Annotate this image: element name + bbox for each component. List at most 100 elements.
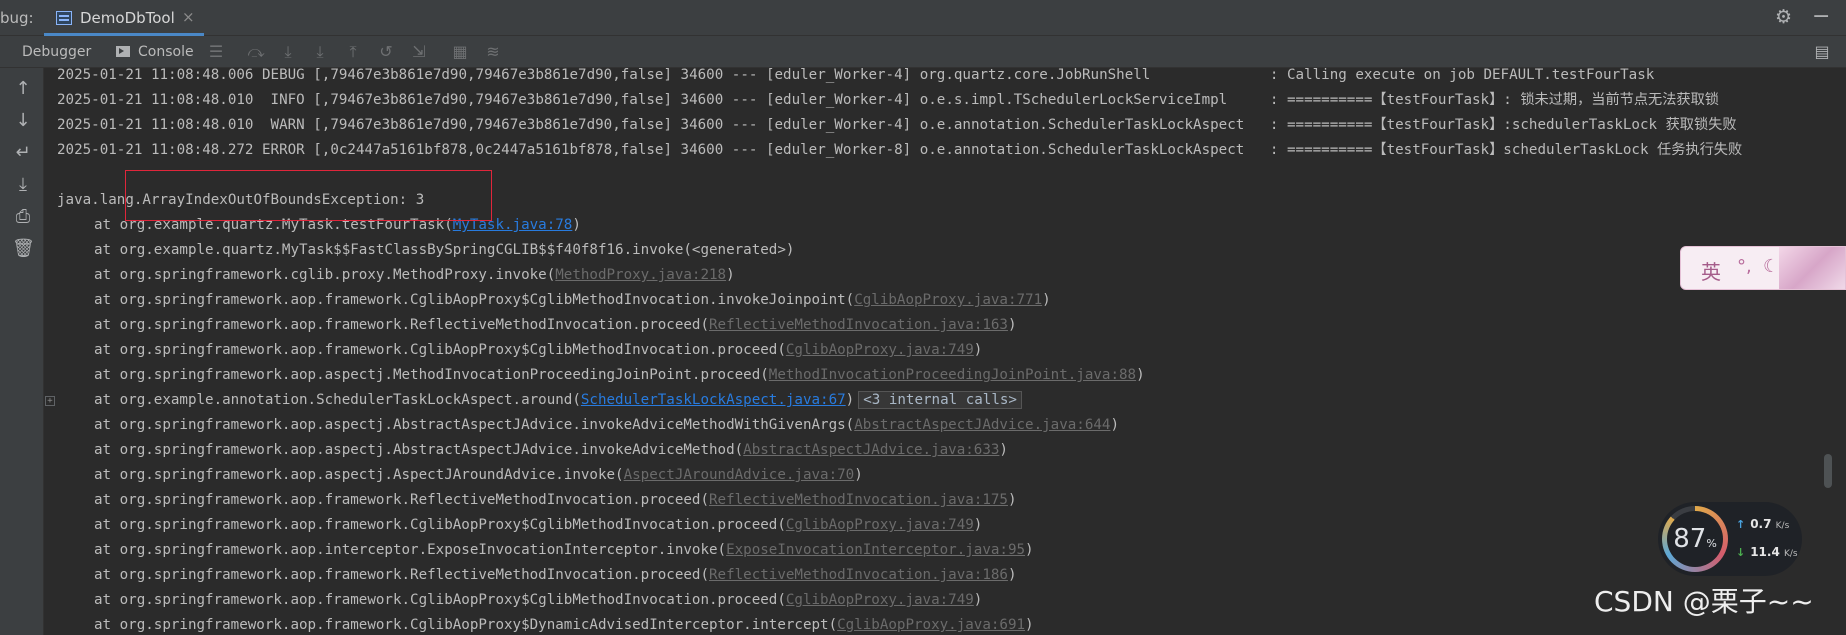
stack-frame-text: at org.springframework.aop.aspectj.Aspec… (94, 467, 624, 483)
log-line: 2025-01-21 11:08:48.010 WARN [,79467e3b8… (57, 117, 1737, 133)
soft-wrap-icon[interactable]: ↵ (12, 142, 34, 164)
stack-frame-text: at org.example.annotation.SchedulerTaskL… (94, 392, 581, 408)
ime-moon-icon[interactable]: ☾ (1763, 256, 1779, 277)
stack-frame-text: at org.springframework.aop.aspectj.Abstr… (94, 417, 855, 433)
tab-console-label: Console (138, 44, 194, 60)
stack-frame: at org.springframework.aop.framework.Cgl… (94, 588, 982, 613)
stack-frame: at org.springframework.aop.aspectj.Abstr… (94, 413, 1119, 438)
source-link[interactable]: AspectJAroundAdvice.java:70 (624, 467, 855, 483)
csdn-watermark: CSDN @栗子~~ (1594, 585, 1814, 618)
exception-message: java.lang.ArrayIndexOutOfBoundsException… (57, 192, 425, 208)
source-link[interactable]: SchedulerTaskLockAspect.java:67 (581, 392, 846, 408)
source-link[interactable]: ReflectiveMethodInvocation.java:163 (709, 317, 1008, 333)
stack-frame-suffix: ) (973, 592, 983, 608)
download-arrow-icon: ↓ (1736, 546, 1746, 559)
stack-frame: at org.springframework.aop.framework.Ref… (94, 313, 1017, 338)
scroll-to-end-icon[interactable]: ⤓ (12, 174, 34, 196)
source-link[interactable]: CglibAopProxy.java:691 (837, 617, 1025, 633)
stack-frame: at org.springframework.aop.framework.Ref… (94, 563, 1017, 588)
tab-console[interactable]: Console (116, 44, 194, 60)
menu-lines-icon[interactable]: ☰ (206, 42, 226, 62)
run-to-cursor-icon[interactable]: ⇲ (409, 42, 429, 62)
network-monitor-widget[interactable]: 87% ↑ 0.7 K/s ↓ 11.4 K/s (1658, 502, 1802, 576)
stack-frame-text: at org.springframework.aop.framework.Cgl… (94, 342, 786, 358)
debug-toolbar: Debugger Console ☰ ⤼ ⤓ ⤓ ⤒ ↺ ⇲ ▦ ≋ ▤ (0, 36, 1846, 68)
stack-frame: at org.springframework.aop.framework.Cgl… (94, 513, 982, 538)
panel-prefix: bug: (0, 9, 34, 27)
stack-frame-suffix: ) (1007, 567, 1017, 583)
gauge-value: 87 (1673, 524, 1707, 554)
clear-all-icon[interactable]: 🗑 (12, 238, 35, 260)
upload-arrow-icon: ↑ (1736, 518, 1746, 531)
settings-gear-icon[interactable]: ⚙ (1775, 6, 1792, 28)
vertical-scrollbar[interactable] (1824, 454, 1832, 488)
stack-frame: at org.springframework.aop.aspectj.Aspec… (94, 463, 863, 488)
stack-frame: at org.springframework.aop.framework.Cgl… (94, 338, 982, 363)
stack-frame-text: at org.springframework.aop.framework.Cgl… (94, 592, 786, 608)
source-link[interactable]: ExposeInvocationInterceptor.java:95 (726, 542, 1025, 558)
source-link[interactable]: AbstractAspectJAdvice.java:633 (743, 442, 999, 458)
stack-frame-suffix: ) (1042, 292, 1051, 308)
stack-frame-text: at org.springframework.cglib.proxy.Metho… (94, 267, 556, 283)
stack-frame-suffix: ) (1025, 542, 1034, 558)
source-link[interactable]: ReflectiveMethodInvocation.java:186 (709, 567, 1008, 583)
console-output[interactable]: 2025-01-21 11:08:48.006 DEBUG [,79467e3b… (45, 68, 1846, 635)
source-link[interactable]: MethodProxy.java:218 (555, 267, 726, 283)
stack-frame-suffix: ) (973, 342, 983, 358)
step-into-icon[interactable]: ⤓ (278, 42, 298, 62)
step-out-icon[interactable]: ⤒ (343, 42, 363, 62)
trace-stream-icon[interactable]: ≋ (483, 42, 503, 62)
scroll-down-icon[interactable]: ↓ (12, 110, 34, 132)
stack-frame-text: at org.springframework.aop.aspectj.Metho… (94, 367, 769, 383)
folded-internal-calls[interactable]: <3 internal calls> (858, 391, 1022, 409)
evaluate-expression-icon[interactable]: ▦ (450, 42, 470, 62)
stack-frame-text: at org.springframework.aop.framework.Ref… (94, 567, 709, 583)
stack-frame-text: at org.springframework.aop.framework.Cgl… (94, 292, 855, 308)
stack-frame-suffix: ) (1025, 617, 1034, 633)
source-link[interactable]: AbstractAspectJAdvice.java:644 (854, 417, 1110, 433)
title-bar: bug: DemoDbTool × ⚙ − (0, 0, 1846, 36)
stack-frame-text: at org.springframework.aop.framework.Cgl… (94, 617, 838, 633)
stack-frame: at org.springframework.aop.interceptor.E… (94, 538, 1034, 563)
run-config-icon (56, 11, 72, 25)
source-link[interactable]: CglibAopProxy.java:749 (786, 517, 974, 533)
download-speed-unit: K/s (1783, 549, 1798, 559)
force-step-into-icon[interactable]: ⤓ (310, 42, 330, 62)
ime-decoration-image (1779, 247, 1845, 289)
source-link[interactable]: ReflectiveMethodInvocation.java:175 (709, 492, 1008, 508)
scroll-up-icon[interactable]: ↑ (12, 78, 34, 100)
stack-frame-text: at org.springframework.aop.aspectj.Abstr… (94, 442, 744, 458)
tab-debugger[interactable]: Debugger (22, 44, 91, 60)
stack-frame-suffix: ) (1007, 317, 1017, 333)
source-link[interactable]: MyTask.java:78 (453, 217, 573, 233)
fold-expand-icon[interactable]: + (45, 396, 55, 406)
ime-language-label[interactable]: 英 (1701, 256, 1721, 285)
upload-speed-unit: K/s (1775, 521, 1790, 531)
drop-frame-icon[interactable]: ↺ (376, 42, 396, 62)
hide-panel-icon[interactable]: − (1812, 4, 1830, 29)
print-icon[interactable]: ⎙ (12, 206, 34, 228)
stack-frame: at org.springframework.aop.framework.Cgl… (94, 613, 1034, 635)
stack-frame-text: at org.example.quartz.MyTask$$FastClassB… (94, 242, 795, 258)
tab-demodbtool[interactable]: DemoDbTool × (44, 0, 204, 36)
stack-frame-suffix: ) (572, 217, 581, 233)
stack-frame-text: at org.springframework.aop.framework.Ref… (94, 317, 709, 333)
tab-close-icon[interactable]: × (182, 8, 195, 26)
log-line: 2025-01-21 11:08:48.010 INFO [,79467e3b8… (57, 92, 1719, 108)
log-line: 2025-01-21 11:08:48.272 ERROR [,0c2447a5… (57, 142, 1743, 158)
layout-settings-icon[interactable]: ▤ (1812, 42, 1832, 62)
stack-frame-suffix: ) (845, 392, 855, 408)
stack-frame-suffix: ) (1007, 492, 1017, 508)
step-over-icon[interactable]: ⤼ (246, 42, 266, 62)
stack-frame-suffix: ) (999, 442, 1008, 458)
source-link[interactable]: CglibAopProxy.java:749 (786, 342, 974, 358)
source-link[interactable]: CglibAopProxy.java:749 (786, 592, 974, 608)
ime-toolbar[interactable]: 英 °, ☾ ♦ (1680, 246, 1846, 290)
upload-speed-value: 0.7 (1750, 517, 1772, 531)
stack-frame-text: at org.springframework.aop.framework.Cgl… (94, 517, 786, 533)
source-link[interactable]: CglibAopProxy.java:771 (854, 292, 1042, 308)
source-link[interactable]: MethodInvocationProceedingJoinPoint.java… (769, 367, 1136, 383)
ime-punctuation-icon[interactable]: °, (1737, 256, 1752, 277)
console-icon (116, 46, 130, 57)
stack-frame-suffix: ) (1136, 367, 1145, 383)
